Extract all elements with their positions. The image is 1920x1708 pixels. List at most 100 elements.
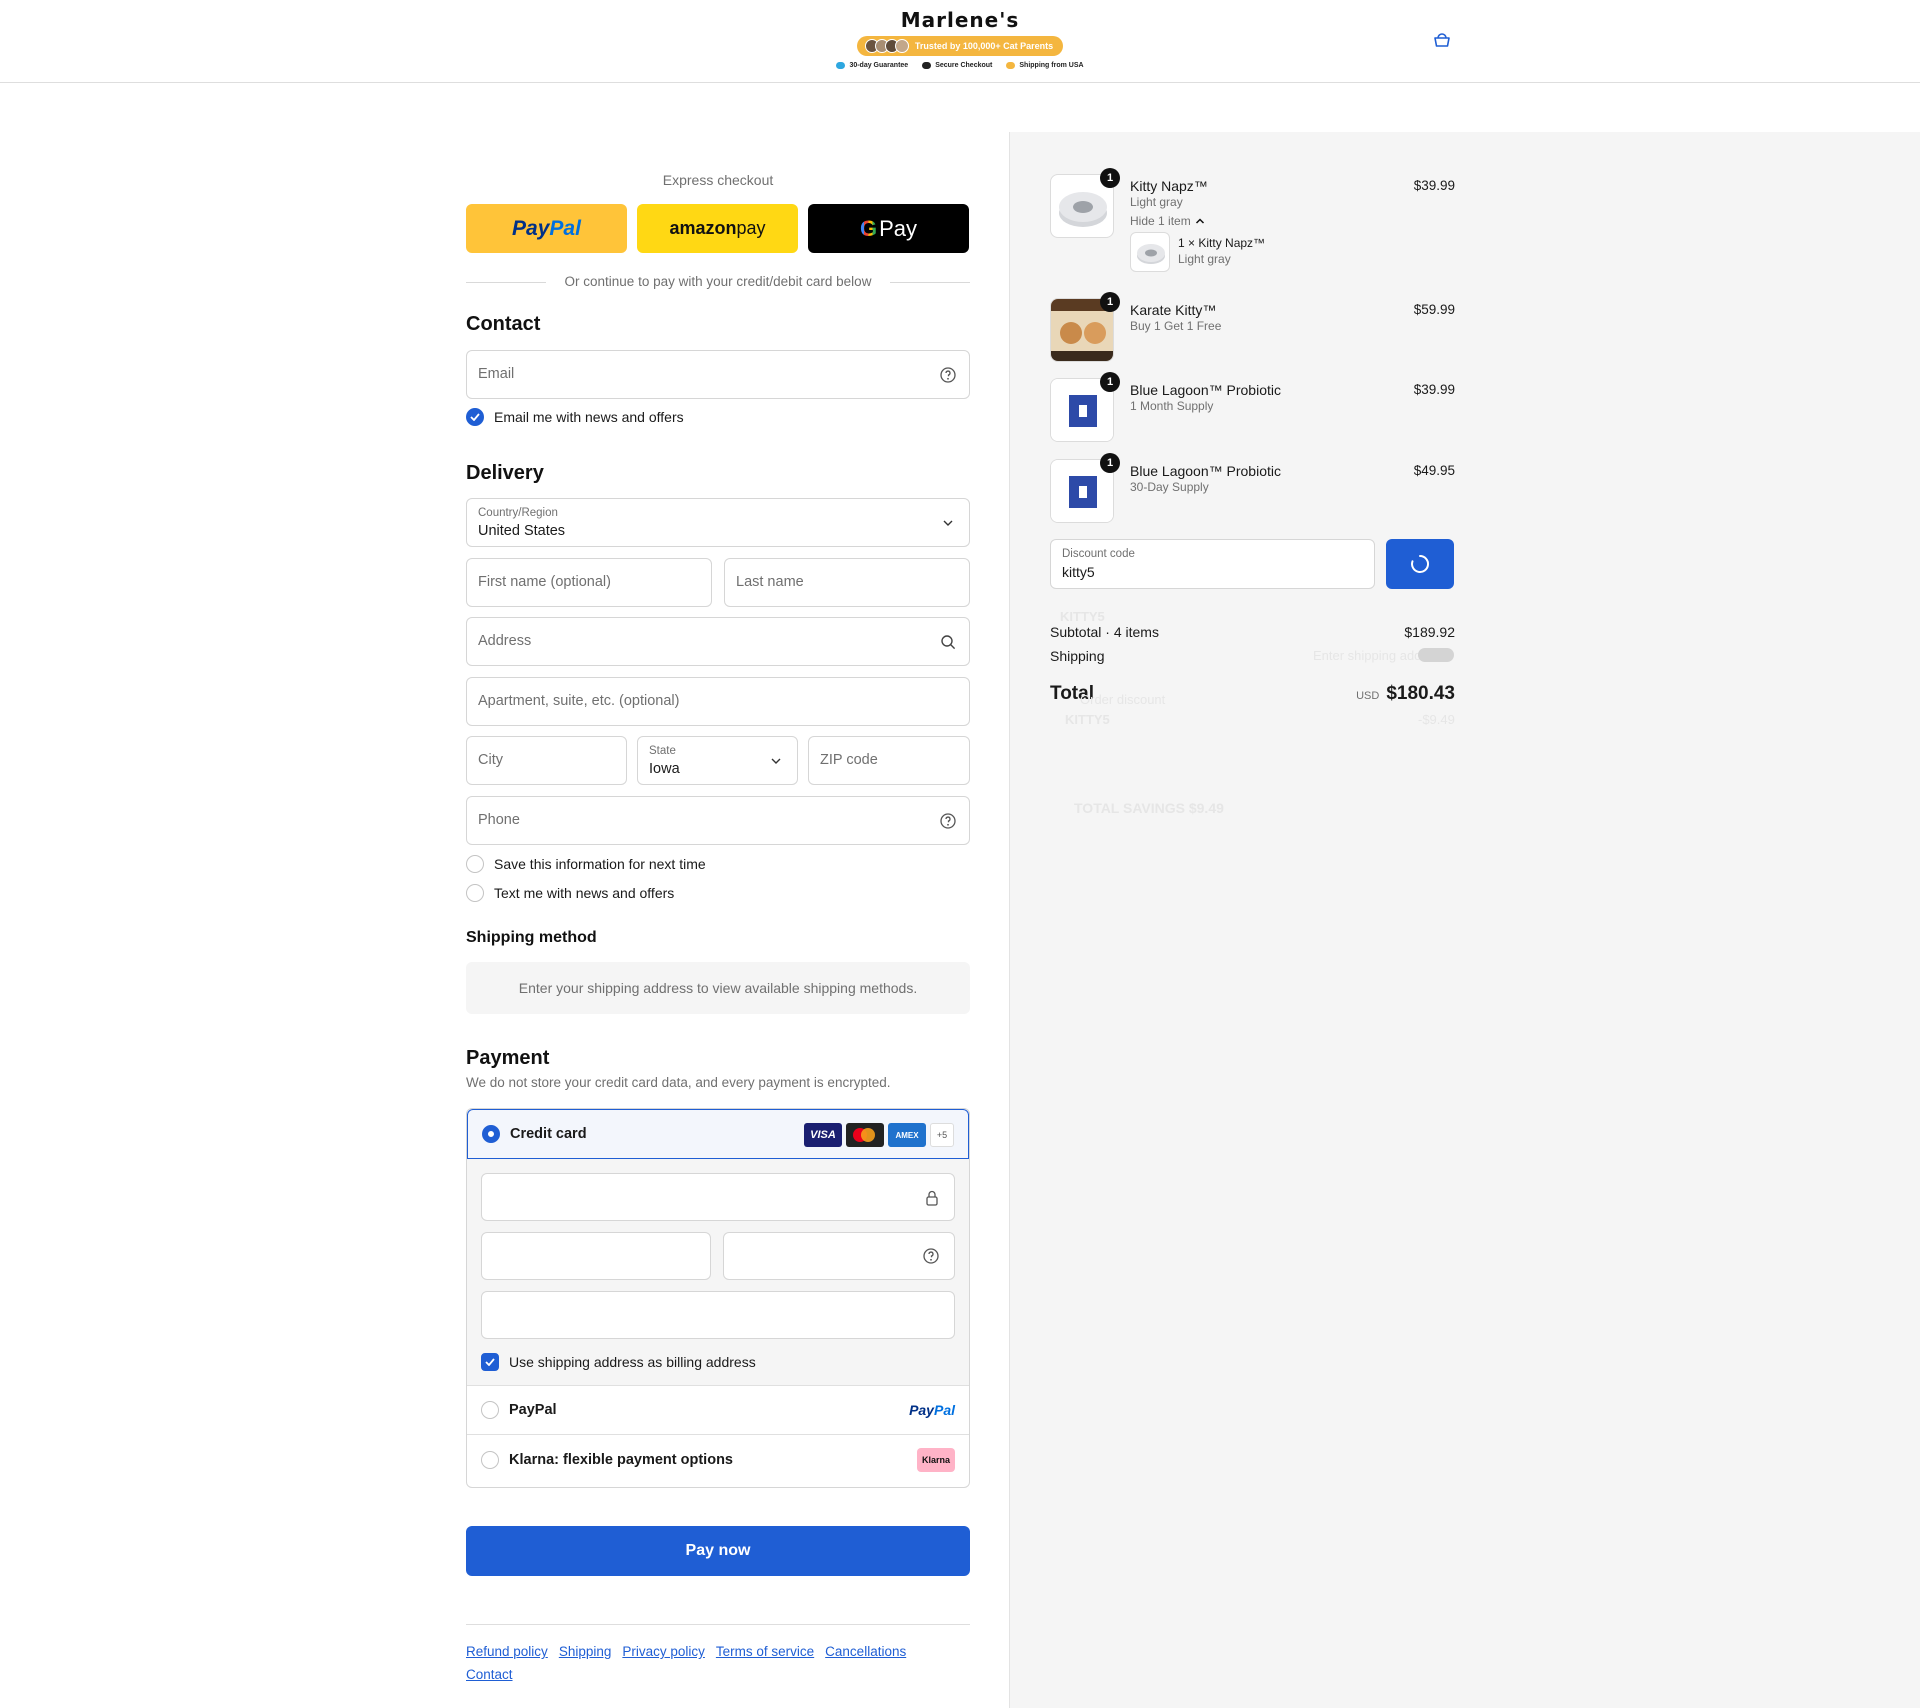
total-savings: TOTAL SAVINGS $9.49 [1074, 800, 1224, 816]
paypal-option[interactable]: PayPal PayPal [467, 1386, 969, 1435]
total-currency: USD [1356, 690, 1380, 702]
billing-same-checkbox[interactable]: Use shipping address as billing address [481, 1353, 756, 1371]
email-news-checkbox[interactable]: Email me with news and offers [466, 408, 684, 426]
amazon-pay-button[interactable]: amazon pay [637, 204, 798, 253]
cart-item: 1 Blue Lagoon™ Probiotic 30-Day Supply $… [1050, 453, 1455, 523]
email-placeholder: Email [478, 366, 515, 382]
search-icon [941, 635, 956, 650]
delivery-heading: Delivery [466, 462, 544, 484]
chevron-up-icon [1195, 218, 1204, 224]
hide-items-toggle[interactable]: Hide 1 item [1130, 214, 1205, 228]
pay-now-button[interactable]: Pay now [466, 1526, 970, 1576]
express-checkout-title: Express checkout [662, 172, 774, 188]
subtotal-row: Subtotal · 4 items $189.92 [1050, 624, 1455, 640]
payment-methods: Credit card VISA AMEX +5 Use shipping ad… [466, 1108, 970, 1488]
security-code-field[interactable] [723, 1232, 955, 1280]
save-info-checkbox[interactable]: Save this information for next time [466, 855, 706, 873]
terms-of-service-link[interactable]: Terms of service [716, 1644, 814, 1659]
card-fields: Use shipping address as billing address [467, 1159, 969, 1386]
order-discount-value: -$9.49 [1418, 712, 1455, 727]
checkbox-checked-icon [466, 408, 484, 426]
guarantee-item: Secure Checkout [922, 62, 992, 69]
cancellations-link[interactable]: Cancellations [825, 1644, 906, 1659]
lock-icon [926, 1190, 938, 1206]
item-price: $59.99 [1413, 302, 1455, 317]
checkbox-empty-icon [466, 884, 484, 902]
trust-badge: Trusted by 100,000+ Cat Parents [856, 36, 1064, 56]
contact-link[interactable]: Contact [466, 1667, 513, 1682]
item-name: Karate Kitty™ [1130, 302, 1217, 318]
help-icon[interactable] [939, 812, 957, 830]
applied-code-tag: KITTY5 [1060, 609, 1105, 624]
guarantee-item: 30-day Guarantee [836, 62, 908, 69]
text-offers-checkbox[interactable]: Text me with news and offers [466, 884, 674, 902]
first-name-field[interactable]: First name (optional) [466, 558, 712, 607]
site-header: Marlene's Trusted by 100,000+ Cat Parent… [0, 0, 1920, 83]
more-cards-badge: +5 [930, 1123, 954, 1147]
quantity-badge: 1 [1100, 168, 1120, 188]
state-select[interactable]: State Iowa [637, 736, 798, 785]
card-brands: VISA AMEX +5 [804, 1123, 954, 1147]
email-field[interactable]: Email [466, 350, 970, 399]
paypal-express-button[interactable]: Pay Pal [466, 204, 627, 253]
country-select[interactable]: Country/Region United States [466, 498, 970, 547]
quantity-badge: 1 [1100, 292, 1120, 312]
item-price: $39.99 [1413, 382, 1455, 397]
order-discount-label: Order discount [1080, 692, 1166, 707]
name-on-card-field[interactable] [481, 1291, 955, 1339]
checkbox-empty-icon [466, 855, 484, 873]
card-number-field[interactable] [481, 1173, 955, 1221]
last-name-field[interactable]: Last name [724, 558, 970, 607]
shipping-label: Shipping [1050, 648, 1105, 664]
brand-logo[interactable]: Marlene's [0, 8, 1920, 32]
lock-icon [922, 62, 932, 69]
item-price: $39.99 [1413, 178, 1455, 193]
discount-code-field[interactable]: Discount code kitty5 [1050, 539, 1375, 589]
phone-field[interactable]: Phone [466, 796, 970, 845]
shipping-policy-link[interactable]: Shipping [559, 1644, 612, 1659]
chevron-down-icon [943, 520, 953, 526]
radio-empty-icon [481, 1451, 499, 1469]
item-variant: 30-Day Supply [1130, 480, 1209, 494]
radio-selected-icon [482, 1125, 500, 1143]
klarna-option[interactable]: Klarna: flexible payment options Klarna [467, 1435, 969, 1487]
help-icon[interactable] [922, 1247, 940, 1265]
sub-product-image [1130, 232, 1170, 272]
cart-item: 1 Blue Lagoon™ Probiotic 1 Month Supply … [1050, 372, 1455, 442]
credit-card-option[interactable]: Credit card VISA AMEX +5 [467, 1109, 969, 1159]
cart-item: 1 Karate Kitty™ Buy 1 Get 1 Free $59.99 [1050, 292, 1455, 362]
apartment-field[interactable]: Apartment, suite, etc. (optional) [466, 677, 970, 726]
google-pay-button[interactable]: G Pay [808, 204, 969, 253]
address-field[interactable]: Address [466, 617, 970, 666]
subtotal-value: $189.92 [1404, 624, 1455, 640]
item-variant: 1 Month Supply [1130, 399, 1214, 413]
google-icon: G [859, 215, 878, 241]
paypal-logo-icon: PayPal [909, 1402, 955, 1418]
amex-icon: AMEX [888, 1123, 926, 1147]
total-amount: $180.43 [1386, 683, 1455, 704]
mastercard-icon [846, 1123, 884, 1147]
privacy-policy-link[interactable]: Privacy policy [622, 1644, 705, 1659]
shipping-method-heading: Shipping method [466, 929, 597, 946]
footer-divider [466, 1624, 970, 1625]
express-divider: Or continue to pay with your credit/debi… [466, 274, 970, 289]
cart-icon[interactable] [1432, 32, 1452, 48]
refund-policy-link[interactable]: Refund policy [466, 1644, 548, 1659]
badge-icon [836, 62, 846, 69]
expiration-field[interactable] [481, 1232, 711, 1280]
footer-links: Refund policy Shipping Privacy policy Terms… [466, 1640, 970, 1686]
item-name: Blue Lagoon™ Probiotic [1130, 463, 1281, 479]
trust-badge-text: Trusted by 100,000+ Cat Parents [914, 41, 1054, 51]
chevron-down-icon [771, 758, 781, 764]
contact-heading: Contact [466, 313, 541, 335]
zip-field[interactable]: ZIP code [808, 736, 970, 785]
help-icon[interactable] [939, 366, 957, 384]
customer-avatars [864, 39, 909, 53]
item-variant: Buy 1 Get 1 Free [1130, 319, 1222, 333]
flag-icon [1006, 62, 1016, 69]
quantity-badge: 1 [1100, 453, 1120, 473]
quantity-badge: 1 [1100, 372, 1120, 392]
apply-discount-button[interactable] [1386, 539, 1454, 589]
city-field[interactable]: City [466, 736, 627, 785]
payment-heading: Payment [466, 1047, 550, 1069]
